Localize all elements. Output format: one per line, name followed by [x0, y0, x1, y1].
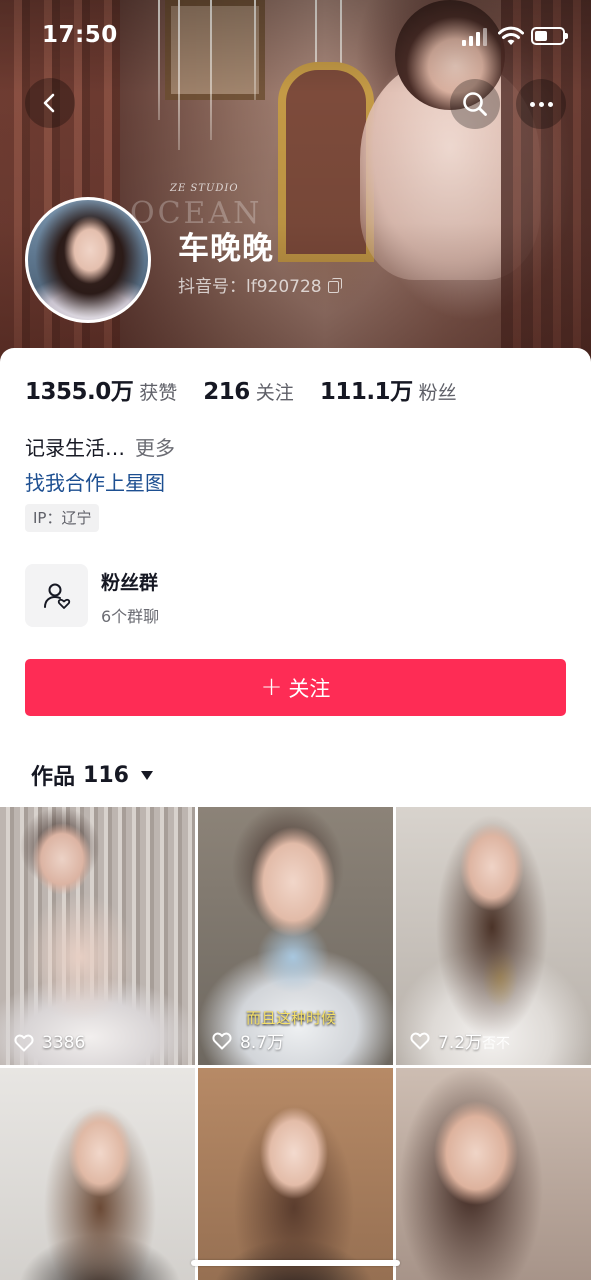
video-tile[interactable] [396, 1068, 591, 1280]
video-tile[interactable] [198, 1068, 393, 1280]
video-caption: 否不 [482, 1036, 510, 1052]
cover-studio-text: ZE STUDIO [170, 183, 239, 194]
stat-value: 216 [203, 379, 250, 405]
wifi-icon [498, 26, 524, 45]
video-likes: 8.7万 [212, 1028, 284, 1053]
plus-icon: + [260, 671, 283, 702]
video-tile[interactable]: 否不 7.2万 [396, 807, 591, 1065]
bio-text: 记录生活… [25, 436, 125, 460]
stat-label: 获赞 [139, 382, 178, 404]
more-button[interactable] [516, 79, 566, 129]
douyin-id[interactable]: 抖音号：lf920728 [178, 272, 342, 297]
stat-value: 111.1万 [319, 379, 413, 405]
back-button[interactable] [25, 78, 75, 128]
heart-icon [410, 1032, 430, 1049]
douyin-id-text: 抖音号：lf920728 [178, 277, 322, 297]
bio: 记录生活… 更多 [25, 432, 175, 461]
video-caption: 而且这种时候 [246, 1009, 337, 1027]
cellular-signal-icon [462, 28, 488, 46]
follow-button[interactable]: + 关注 [25, 659, 566, 716]
video-tile[interactable]: 而且这种时候 8.7万 [198, 807, 393, 1065]
follow-button-label: 关注 [288, 676, 331, 701]
video-tile[interactable] [0, 1068, 195, 1280]
back-arrow-icon [43, 93, 55, 113]
stat-followers[interactable]: 111.1万 粉丝 [320, 372, 457, 406]
stat-likes[interactable]: 1355.0万 获赞 [25, 372, 177, 406]
fan-group-title: 粉丝群 [101, 572, 159, 594]
fan-group-entry[interactable]: 粉丝群 6个群聊 [25, 564, 565, 628]
copy-icon[interactable] [327, 277, 342, 293]
video-likes-count: 3386 [42, 1033, 86, 1053]
fan-group-subtitle: 6个群聊 [101, 607, 160, 626]
stat-following[interactable]: 216 关注 [203, 378, 294, 405]
heart-icon [212, 1032, 232, 1049]
works-tab-label: 作品 [31, 765, 76, 790]
stat-value: 1355.0万 [25, 379, 134, 405]
tab-works[interactable]: 作品 116 [31, 759, 153, 791]
search-icon [463, 92, 487, 116]
collab-link[interactable]: 找我合作上星图 [25, 467, 165, 496]
status-bar: 17:50 [0, 0, 591, 70]
stat-label: 关注 [255, 382, 294, 404]
stat-label: 粉丝 [418, 382, 457, 404]
battery-icon [531, 27, 568, 45]
video-likes: 3386 [14, 1033, 85, 1053]
video-likes-count: 8.7万 [240, 1033, 285, 1053]
avatar[interactable] [25, 197, 151, 323]
more-icon [529, 101, 553, 107]
status-time: 17:50 [42, 22, 118, 48]
fan-group-icon-box [25, 564, 88, 627]
search-button[interactable] [450, 79, 500, 129]
stats-row: 1355.0万 获赞 216 关注 111.1万 粉丝 [25, 372, 483, 406]
profile-name: 车晚晚 [178, 231, 274, 267]
video-likes-count: 7.2万 [438, 1033, 483, 1053]
home-indicator[interactable] [191, 1260, 400, 1266]
group-icon [43, 583, 70, 609]
video-tile[interactable]: 3386 [0, 807, 195, 1065]
bio-more-link[interactable]: 更多 [135, 436, 175, 460]
heart-icon [14, 1034, 34, 1052]
caret-down-icon[interactable] [140, 770, 153, 780]
ip-location-tag: IP：辽宁 [25, 504, 100, 532]
video-grid: 3386 而且这种时候 8.7万 否不 7.2万 [0, 807, 591, 1280]
profile-panel: 1355.0万 获赞 216 关注 111.1万 粉丝 记录生活… 更多 找我合作… [0, 348, 591, 1280]
works-tab-count: 116 [83, 762, 129, 788]
video-likes: 7.2万 [410, 1028, 482, 1053]
